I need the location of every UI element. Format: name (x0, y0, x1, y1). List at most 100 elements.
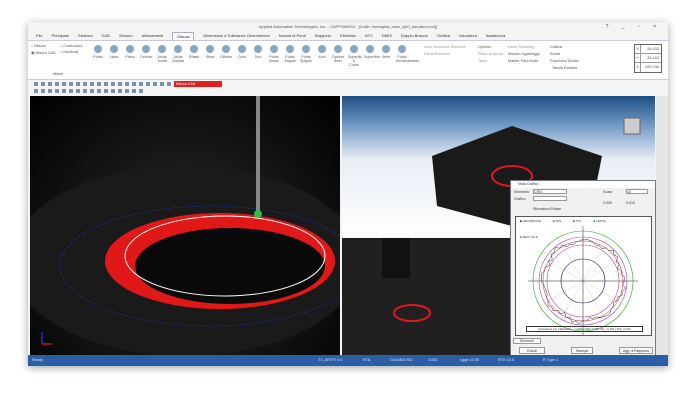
toolbar-1: Misura CAD (28, 80, 668, 87)
link-calibra[interactable]: Calibra (550, 45, 562, 49)
tool-icon (94, 45, 102, 53)
polar-plot: ■ DEVIAZIONE ■ MIN ■ TOL ■ LIMITE ■ MAX TOLS… (515, 216, 652, 336)
menu-tab[interactable]: Visualizza (459, 32, 477, 40)
tool-icon (174, 45, 182, 53)
link-opzioni[interactable]: Opzioni (478, 45, 491, 49)
tool-button[interactable]: Punto Spigolo (300, 45, 312, 63)
status-item: Lgge 10.00 (460, 358, 480, 362)
tab-elements[interactable]: Elementi (513, 338, 541, 344)
tool-button[interactable]: Opzioni Serie (332, 45, 344, 63)
tool-button[interactable]: Arco (316, 45, 328, 59)
menu-tab[interactable]: Allineamenti (142, 32, 164, 40)
tool-button[interactable]: Cerchio (140, 45, 152, 59)
tool-icon (126, 45, 134, 53)
window-title: Applied Automation Technologies, Inc. - … (258, 24, 438, 29)
status-item: RTA (363, 358, 371, 362)
link-auto-selezione[interactable]: Auto Selezione Elementi (424, 45, 465, 49)
tool-button[interactable]: Serie (380, 45, 392, 59)
menu-tab[interactable]: Etichetta (340, 32, 356, 40)
tool-button[interactable]: Superficie (364, 45, 380, 59)
tool-button[interactable]: Superfici & Curve (348, 45, 362, 67)
menu-tab[interactable]: Misura (172, 32, 195, 40)
menu-tabs: File Principale Sistema CAD Sensori Allineame… (28, 32, 668, 40)
field-label: Grafico (514, 197, 526, 201)
link-master-part[interactable]: Master Part Mode (508, 59, 538, 63)
link-tavola-rotante[interactable]: Tavola Rotante (552, 66, 577, 70)
part-3d-view (30, 96, 340, 355)
status-item: RTE 10.0 (498, 358, 514, 362)
value-field[interactable]: 0.010 (626, 201, 635, 205)
menu-tab[interactable]: Principale (51, 32, 69, 40)
menu-tab[interactable]: Doppio Braccio (401, 32, 428, 40)
menu-tab[interactable]: Grafica (437, 32, 450, 40)
radio-misura[interactable]: ○ Misura (31, 44, 46, 48)
link-laser[interactable]: Laser Scanning (508, 45, 534, 49)
status-item: R Type 1 (543, 358, 559, 362)
tool-button[interactable]: Sfera (204, 45, 216, 59)
tool-button[interactable]: Cono (236, 45, 248, 59)
close-button[interactable]: Chiudi (519, 347, 545, 354)
menu-tab[interactable]: Rapporto (315, 32, 331, 40)
dialog-title: Vista Grafico (511, 181, 655, 188)
tool-button[interactable]: Asola Tonda (156, 45, 168, 63)
tool-button[interactable]: Linea (108, 45, 120, 59)
menu-tab[interactable]: Dimensioni e Tolleranze Geometriche (203, 32, 269, 40)
deviation-summary: Deviazione per CERCHIO — 0.009 0.028 -0.… (526, 326, 643, 332)
menu-tab[interactable]: Assistenza (486, 32, 505, 40)
tool-button[interactable]: Toro (252, 45, 264, 59)
element-field[interactable]: CIR1 (533, 189, 567, 194)
window-controls[interactable]: ? _ ▫ × (606, 22, 662, 32)
menu-tab[interactable]: Nuvola di Punti (279, 32, 306, 40)
link-tasto[interactable]: Tasto (478, 59, 487, 63)
tool-icon (206, 45, 214, 53)
status-item: 0.000 (428, 358, 438, 362)
radio-misura-cad[interactable]: ◉ Misura CAD (31, 50, 56, 55)
axis-triad-icon (41, 332, 52, 345)
menu-tab[interactable]: CAD (101, 32, 109, 40)
field-label: Elemento (514, 190, 530, 194)
tool-icon (158, 45, 166, 53)
mode-select[interactable]: Misura CAD (174, 80, 222, 87)
menu-tab[interactable]: File (36, 32, 42, 40)
option-polar[interactable]: Sfumatura Polare (533, 207, 561, 211)
field-label: Scala (603, 190, 612, 194)
menu-tab[interactable]: DMIS (382, 32, 392, 40)
menu-tab[interactable]: Sistema (78, 32, 92, 40)
radio-costruzioni[interactable]: ○ Costruzioni (60, 44, 82, 48)
tool-icon (190, 45, 198, 53)
tool-icon (382, 45, 390, 53)
link-ruota[interactable]: Ruota (550, 52, 560, 56)
tool-button[interactable]: Punto Angolo (284, 45, 296, 63)
tool-button[interactable]: Piano (124, 45, 136, 59)
scale-field[interactable]: 10 (626, 189, 648, 194)
tool-button[interactable]: Punto (92, 45, 104, 59)
status-item: T1_ARITS 0.4 (318, 358, 343, 362)
link-estrai[interactable]: Estrai Elementi (424, 52, 450, 56)
tool-button[interactable]: Cilindro (220, 45, 232, 59)
tool-icon (142, 45, 150, 53)
tool-button[interactable]: Ellisse (188, 45, 200, 59)
tool-button[interactable]: Asola Quadra (172, 45, 184, 63)
tool-button[interactable]: Punto Bordo (268, 45, 280, 63)
menu-tab[interactable]: Sensori (119, 32, 133, 40)
ribbon: ○ Misura ◉ Misura CAD ○ Costruzioni ○ No… (28, 40, 668, 80)
tool-button[interactable]: Punto Avvicinamento (396, 45, 419, 63)
print-button[interactable]: Stampa (571, 347, 593, 354)
coordinate-readout: X 84.433 Y -35.163 Z -289.436 (634, 44, 662, 73)
viewport-left[interactable] (30, 96, 340, 355)
tool-icon (366, 45, 374, 53)
link-posiziona-tavola[interactable]: Posiziona Tavola (550, 59, 578, 63)
tool-icon (302, 45, 310, 53)
radio-nominali[interactable]: ○ Nominali (60, 50, 78, 54)
link-ingranaggi[interactable]: Modulo Ingranaggi (508, 52, 539, 56)
toolbar-2 (28, 87, 668, 94)
tool-icon (398, 45, 406, 53)
graph-field[interactable] (533, 196, 567, 201)
add-report-button[interactable]: Agg. a Rapporto (619, 347, 653, 354)
tool-icon (254, 45, 262, 53)
vertical-scrollbar[interactable] (656, 96, 668, 355)
menu-tab[interactable]: UFC (365, 32, 373, 40)
value-field[interactable]: 0.000 (603, 201, 612, 205)
link-piano-lavoro[interactable]: Piano di lavoro (478, 52, 503, 56)
group-label: Misuri (53, 72, 64, 76)
